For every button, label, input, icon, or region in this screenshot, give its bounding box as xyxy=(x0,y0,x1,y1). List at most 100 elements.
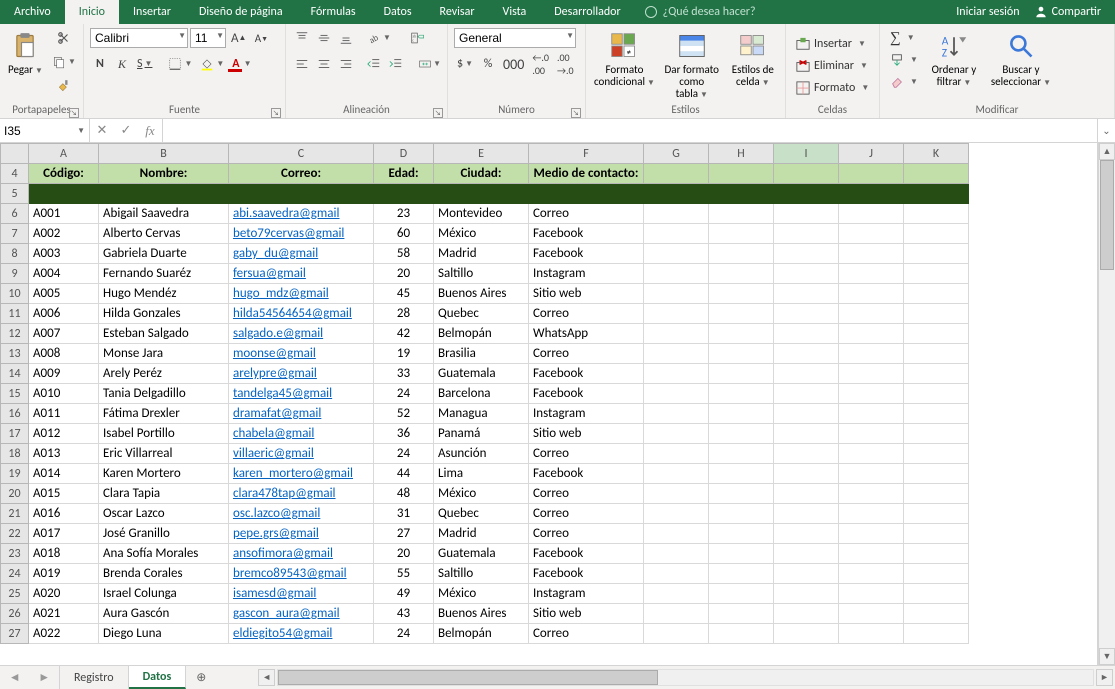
email-link[interactable]: osc.lazco@gmail xyxy=(233,506,320,521)
cell[interactable]: A019 xyxy=(29,564,99,584)
cell[interactable]: Panamá xyxy=(434,424,529,444)
new-sheet-button[interactable]: ⊕ xyxy=(186,666,216,689)
cell[interactable] xyxy=(774,204,839,224)
cell[interactable]: ansofimora@gmail xyxy=(229,544,374,564)
menu-tab-insertar[interactable]: Insertar xyxy=(119,0,185,24)
cell[interactable] xyxy=(644,544,709,564)
menu-tab-archivo[interactable]: Archivo xyxy=(0,0,65,24)
header-cell[interactable]: Nombre: xyxy=(99,164,229,184)
row-header[interactable]: 23 xyxy=(1,544,29,564)
cell[interactable] xyxy=(644,384,709,404)
fill-button[interactable]: ▼ xyxy=(886,50,922,70)
borders-button[interactable]: ▼ xyxy=(165,54,195,74)
row-header[interactable]: 20 xyxy=(1,484,29,504)
cell[interactable] xyxy=(774,284,839,304)
email-link[interactable]: ansofimora@gmail xyxy=(233,546,333,561)
cell[interactable] xyxy=(644,324,709,344)
email-link[interactable]: moonse@gmail xyxy=(233,346,316,361)
cell[interactable]: Facebook xyxy=(529,564,644,584)
sort-filter-button[interactable]: AZ Ordenar y filtrar▼ xyxy=(926,28,982,90)
cell[interactable] xyxy=(839,404,904,424)
cell[interactable]: clara478tap@gmail xyxy=(229,484,374,504)
cell[interactable]: 44 xyxy=(374,464,434,484)
header-cell[interactable]: Código: xyxy=(29,164,99,184)
cell[interactable]: Brasilia xyxy=(434,344,529,364)
cell[interactable]: Correo xyxy=(529,524,644,544)
align-center-button[interactable] xyxy=(314,54,334,74)
col-header-C[interactable]: C xyxy=(229,144,374,164)
cell[interactable] xyxy=(644,524,709,544)
scroll-right-button[interactable]: ► xyxy=(1096,669,1113,686)
row-header[interactable]: 12 xyxy=(1,324,29,344)
cell[interactable] xyxy=(644,304,709,324)
cell[interactable]: moonse@gmail xyxy=(229,344,374,364)
menu-tab-revisar[interactable]: Revisar xyxy=(426,0,489,24)
cell[interactable]: A016 xyxy=(29,504,99,524)
cell[interactable]: 36 xyxy=(374,424,434,444)
cell[interactable]: 55 xyxy=(374,564,434,584)
cell[interactable] xyxy=(904,604,969,624)
row-header[interactable]: 17 xyxy=(1,424,29,444)
sheet-nav-arrows[interactable]: ◄► xyxy=(0,666,60,689)
cell[interactable] xyxy=(774,264,839,284)
cell[interactable] xyxy=(709,244,774,264)
cell[interactable] xyxy=(839,324,904,344)
cell[interactable]: 45 xyxy=(374,284,434,304)
delete-cells-button[interactable]: Eliminar▼ xyxy=(792,56,872,76)
cell[interactable] xyxy=(904,284,969,304)
cell[interactable] xyxy=(644,624,709,644)
cell[interactable] xyxy=(709,404,774,424)
cell[interactable] xyxy=(644,224,709,244)
row-header[interactable]: 13 xyxy=(1,344,29,364)
scroll-track[interactable] xyxy=(1099,160,1115,648)
font-name-combo[interactable]: ▼ xyxy=(90,28,188,48)
cell[interactable] xyxy=(229,184,374,204)
email-link[interactable]: pepe.grs@gmail xyxy=(233,526,319,541)
cell[interactable]: Aura Gascón xyxy=(99,604,229,624)
cell[interactable]: Brenda Corales xyxy=(99,564,229,584)
shrink-font-button[interactable]: A▼ xyxy=(251,28,271,48)
cell[interactable] xyxy=(904,544,969,564)
dialog-launcher-icon[interactable]: ↘ xyxy=(69,108,79,118)
cell[interactable] xyxy=(904,304,969,324)
tell-me[interactable]: ¿Qué desea hacer? xyxy=(635,0,766,24)
cell[interactable] xyxy=(774,244,839,264)
cell[interactable] xyxy=(774,304,839,324)
cell[interactable] xyxy=(644,344,709,364)
cell[interactable] xyxy=(904,324,969,344)
cut-button[interactable] xyxy=(49,28,79,48)
cell[interactable] xyxy=(99,184,229,204)
cell[interactable]: Facebook xyxy=(529,224,644,244)
cell[interactable]: México xyxy=(434,224,529,244)
format-as-table-button[interactable]: Dar formato como tabla▼ xyxy=(661,28,723,102)
cell[interactable] xyxy=(644,604,709,624)
align-middle-button[interactable] xyxy=(314,28,334,48)
cell[interactable] xyxy=(644,284,709,304)
cell[interactable]: México xyxy=(434,584,529,604)
cell[interactable]: WhatsApp xyxy=(529,324,644,344)
cell[interactable]: A008 xyxy=(29,344,99,364)
cell[interactable]: Israel Colunga xyxy=(99,584,229,604)
cell[interactable] xyxy=(709,524,774,544)
cell[interactable]: 19 xyxy=(374,344,434,364)
cell[interactable]: Arely Peréz xyxy=(99,364,229,384)
cell[interactable]: A021 xyxy=(29,604,99,624)
header-cell[interactable]: Medio de contacto: xyxy=(529,164,644,184)
accept-formula-button[interactable]: ✓ xyxy=(114,123,138,138)
cell[interactable]: A012 xyxy=(29,424,99,444)
cell[interactable]: Sitio web xyxy=(529,604,644,624)
cell[interactable]: Fátima Drexler xyxy=(99,404,229,424)
cell[interactable]: Sitio web xyxy=(529,424,644,444)
cell[interactable]: Belmopán xyxy=(434,624,529,644)
font-size-combo[interactable]: ▼ xyxy=(190,28,226,48)
align-right-button[interactable] xyxy=(336,54,356,74)
email-link[interactable]: salgado.e@gmail xyxy=(233,326,323,341)
row-header[interactable]: 22 xyxy=(1,524,29,544)
cell[interactable]: Facebook xyxy=(529,364,644,384)
row-header[interactable]: 8 xyxy=(1,244,29,264)
cell[interactable]: Correo xyxy=(529,204,644,224)
cell[interactable] xyxy=(839,604,904,624)
row-header[interactable]: 6 xyxy=(1,204,29,224)
cell[interactable] xyxy=(709,584,774,604)
cell[interactable] xyxy=(774,164,839,184)
